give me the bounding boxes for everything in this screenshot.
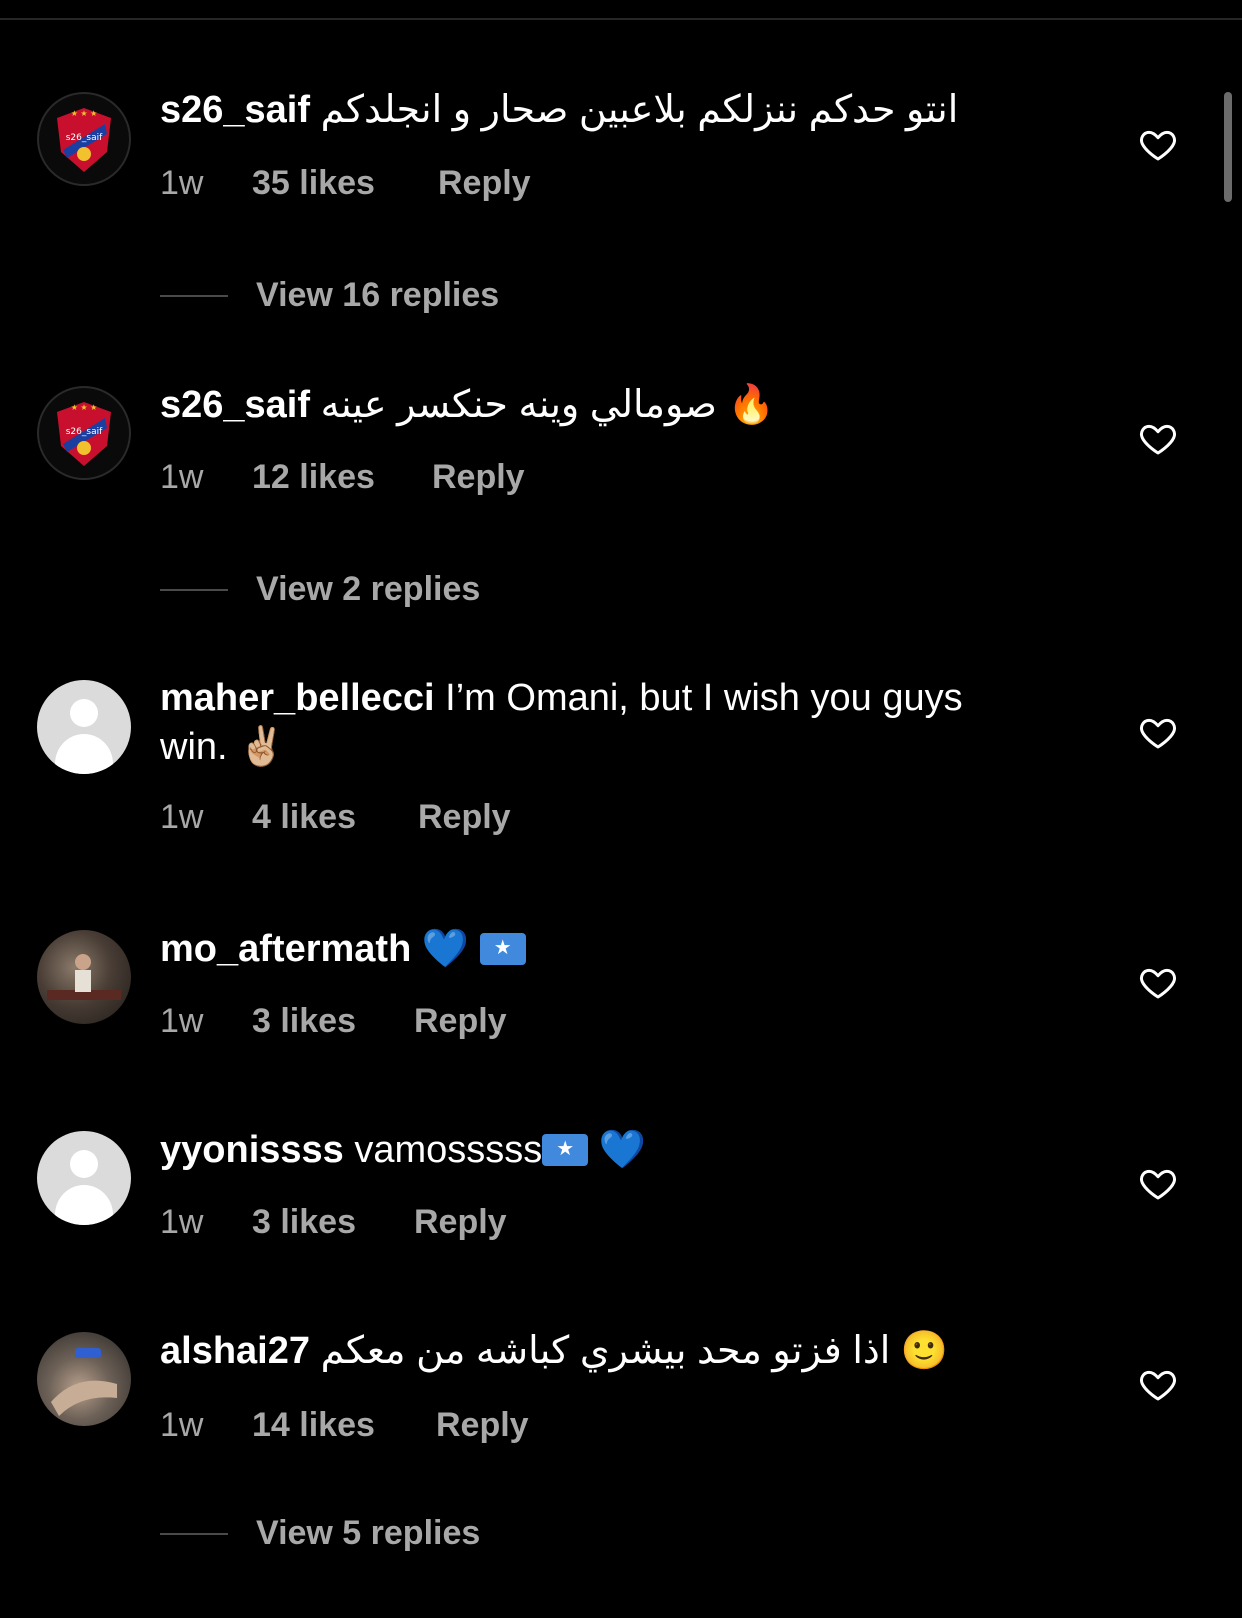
timestamp: 1w (160, 1002, 204, 1040)
view-replies-label[interactable]: View 5 replies (256, 1514, 480, 1553)
reply-button[interactable]: Reply (438, 164, 531, 203)
comment-text: اذا فزتو محد بيشري كباشه من معكم (320, 1330, 891, 1372)
heart-icon[interactable] (1138, 712, 1178, 752)
comment-text: I’m Omani, but I wish you guys (445, 677, 963, 719)
avatar[interactable] (37, 1332, 131, 1426)
heart-icon[interactable] (1138, 418, 1178, 458)
view-replies-label[interactable]: View 16 replies (256, 276, 499, 315)
likes-count[interactable]: 12 likes (252, 458, 375, 497)
avatar[interactable] (37, 1131, 131, 1225)
username[interactable]: alshai27 (160, 1330, 310, 1372)
username[interactable]: s26_saif (160, 384, 310, 426)
timestamp: 1w (160, 458, 204, 496)
likes-count[interactable]: 35 likes (252, 164, 375, 203)
reply-button[interactable]: Reply (414, 1002, 507, 1041)
comment-text-continued: win. (160, 726, 228, 768)
default-avatar-icon (70, 699, 98, 727)
default-avatar-icon (70, 1150, 98, 1178)
svg-text:★ ★ ★: ★ ★ ★ (71, 109, 98, 118)
likes-count[interactable]: 4 likes (252, 798, 356, 837)
heart-icon[interactable] (1138, 1163, 1178, 1203)
heart-icon[interactable] (1138, 124, 1178, 164)
likes-count[interactable]: 3 likes (252, 1002, 356, 1041)
avatar[interactable] (37, 680, 131, 774)
club-crest-icon: s26_saif ★ ★ ★ (57, 108, 111, 172)
reply-button[interactable]: Reply (414, 1203, 507, 1242)
replies-divider (160, 1533, 228, 1535)
somalia-flag-icon (542, 1134, 589, 1166)
comment-body: s26_saif صومالي وينه حنكسر عينه 🔥 (160, 380, 1080, 429)
view-replies-label[interactable]: View 2 replies (256, 570, 480, 609)
fire-emoji: 🔥 (727, 382, 775, 426)
username[interactable]: mo_aftermath (160, 928, 411, 970)
username[interactable]: s26_saif (160, 89, 310, 131)
avatar[interactable] (37, 930, 131, 1024)
avatar-label: s26_saif (66, 427, 103, 437)
reply-button[interactable]: Reply (418, 798, 511, 837)
avatar[interactable]: s26_saif ★ ★ ★ (37, 92, 131, 186)
likes-count[interactable]: 14 likes (252, 1406, 375, 1445)
comment-text: vamosssss (354, 1129, 543, 1171)
avatar[interactable]: s26_saif ★ ★ ★ (37, 386, 131, 480)
club-crest-icon: s26_saif ★ ★ ★ (57, 402, 111, 466)
hand-photo-icon (51, 1348, 117, 1416)
replies-divider (160, 589, 228, 591)
username[interactable]: yyonissss (160, 1129, 344, 1171)
somalia-flag-icon (479, 933, 526, 965)
comment-text: صومالي وينه حنكسر عينه (320, 384, 717, 426)
top-divider (0, 18, 1242, 20)
victory-hand-emoji: ✌🏼 (238, 724, 286, 768)
comment-text: انتو حدكم ننزلكم بلاعبين صحار و انجلدكم (320, 89, 959, 131)
comment-body: yyonissss vamosssss 💙 (160, 1125, 1080, 1174)
comment-body: mo_aftermath 💙 (160, 924, 1080, 973)
slightly-smiling-face-emoji: 🙂 (900, 1328, 949, 1372)
timestamp: 1w (160, 798, 204, 836)
avatar-label: s26_saif (66, 133, 103, 143)
reply-button[interactable]: Reply (436, 1406, 529, 1445)
likes-count[interactable]: 3 likes (252, 1203, 356, 1242)
comment-body: alshai27 اذا فزتو محد بيشري كباشه من معك… (160, 1326, 1080, 1375)
reply-button[interactable]: Reply (432, 458, 525, 497)
blue-heart-emoji: 💙 (421, 926, 470, 970)
replies-divider (160, 295, 228, 297)
comment-body: s26_saif انتو حدكم ننزلكم بلاعبين صحار و… (160, 86, 1080, 134)
blue-heart-emoji: 💙 (598, 1127, 647, 1171)
gym-photo-icon (47, 954, 121, 1000)
svg-text:★ ★ ★: ★ ★ ★ (71, 403, 98, 412)
comment-body: maher_bellecci I’m Omani, but I wish you… (160, 674, 1080, 771)
timestamp: 1w (160, 1406, 204, 1444)
heart-icon[interactable] (1138, 962, 1178, 1002)
timestamp: 1w (160, 164, 204, 202)
username[interactable]: maher_bellecci (160, 677, 435, 719)
scrollbar[interactable] (1224, 92, 1232, 202)
timestamp: 1w (160, 1203, 204, 1241)
heart-icon[interactable] (1138, 1364, 1178, 1404)
